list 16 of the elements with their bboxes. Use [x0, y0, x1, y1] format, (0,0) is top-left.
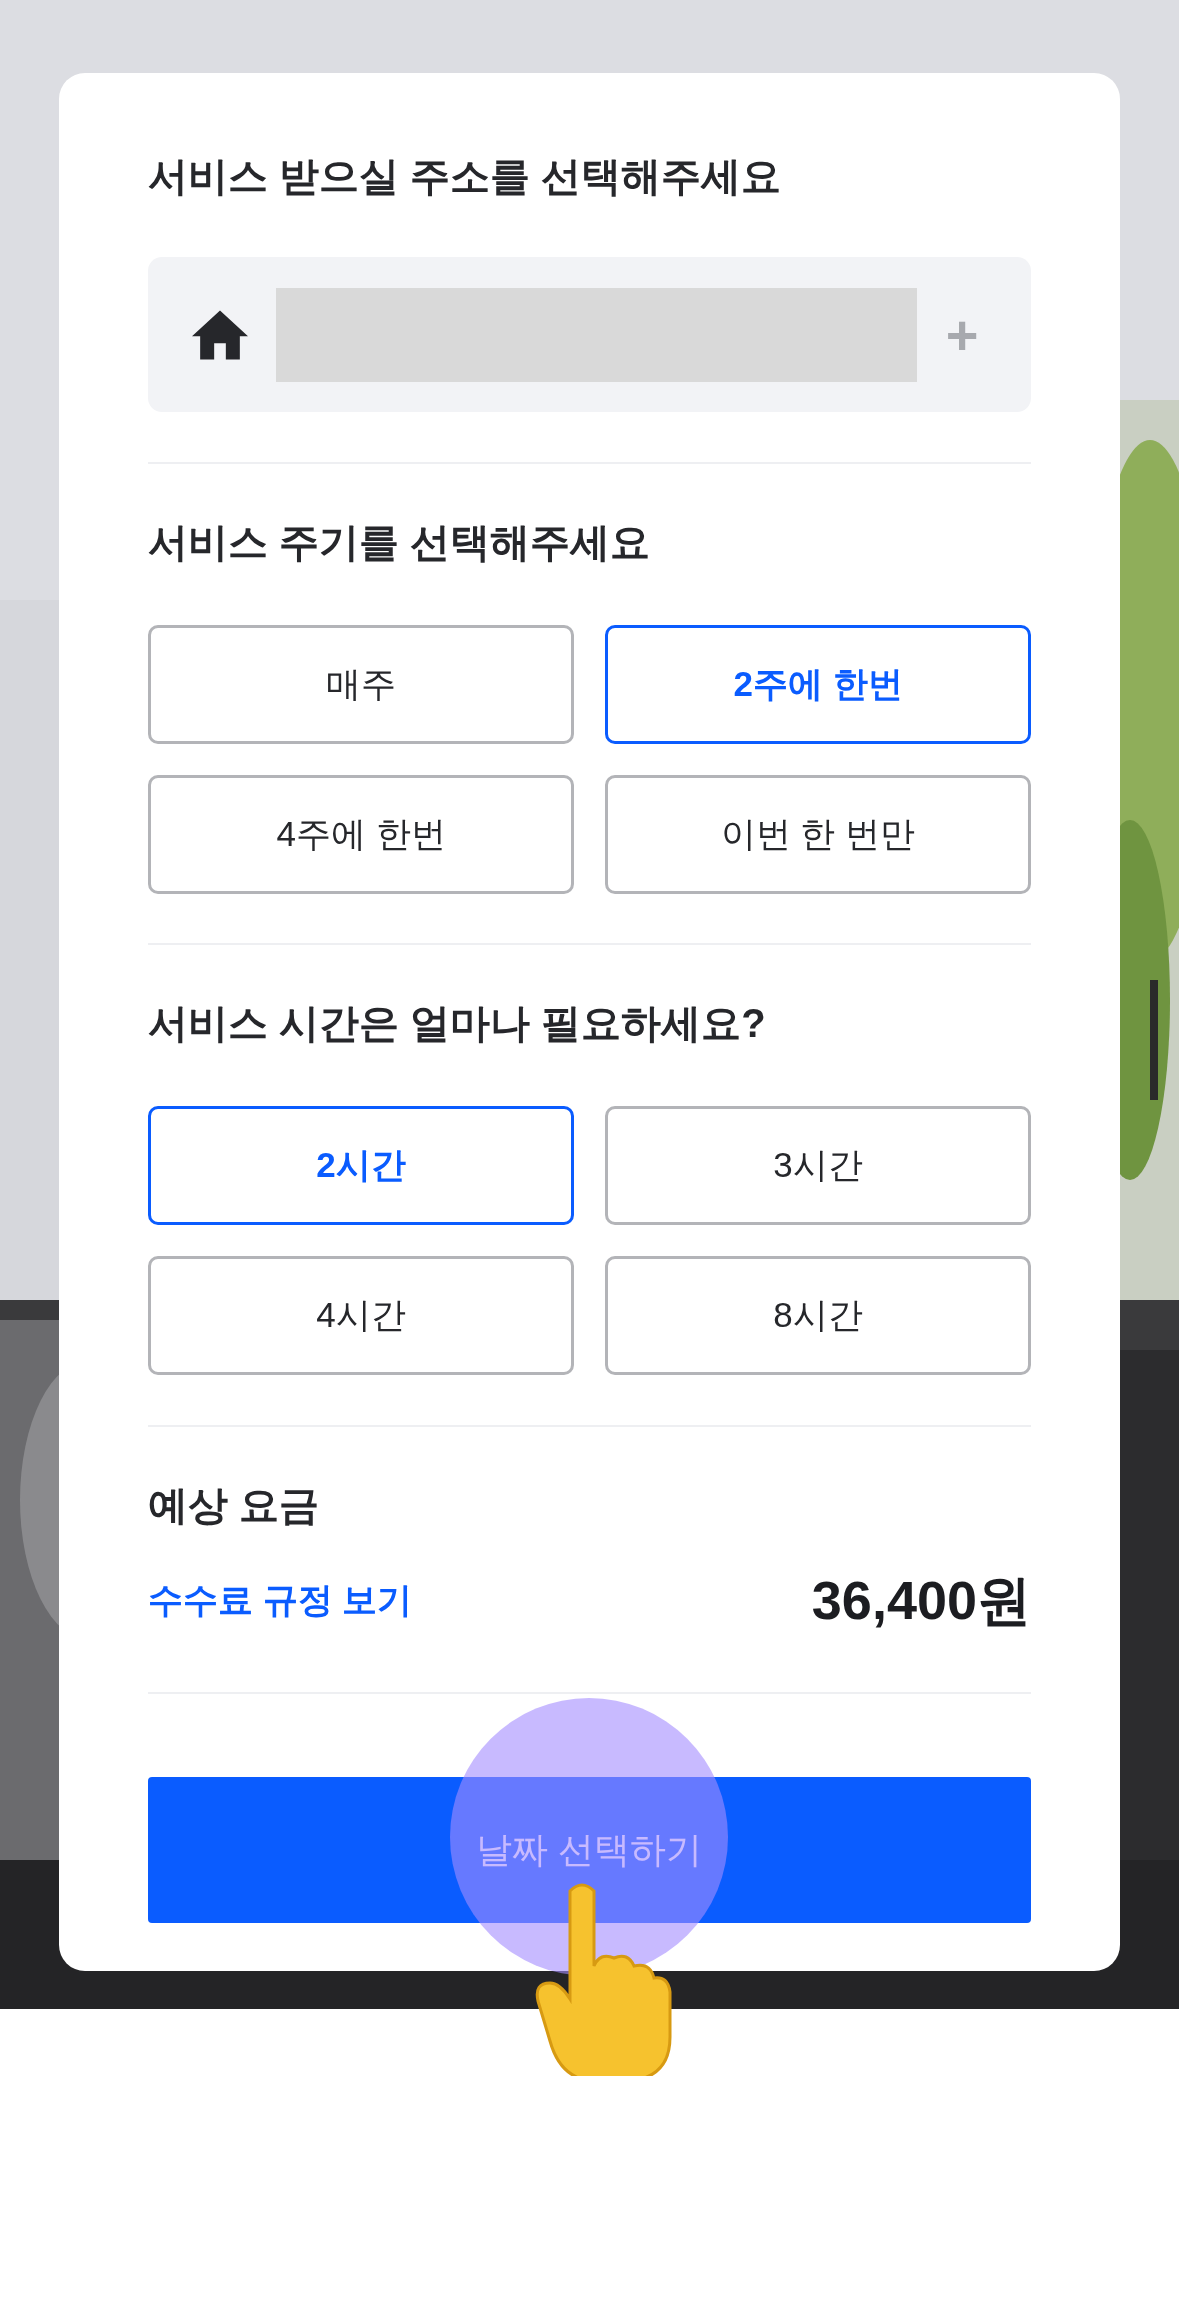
- section-title: 서비스 시간은 얼마나 필요하세요?: [148, 1000, 767, 1047]
- fee-policy-link[interactable]: 수수료 규정 보기: [148, 1573, 413, 1627]
- option-button[interactable]: 3시간: [605, 1106, 1031, 1225]
- home-icon: [192, 309, 248, 360]
- price-text: 36,400원: [811, 1568, 1031, 1632]
- option-button[interactable]: 2주에 한번: [605, 625, 1031, 744]
- section-title: 서비스 받으실 주소를 선택해주세요: [148, 153, 783, 200]
- option-button[interactable]: 4시간: [148, 1256, 574, 1375]
- option-button[interactable]: 2시간: [148, 1106, 574, 1225]
- section-title: 예상 요금: [148, 1482, 321, 1529]
- option-button[interactable]: 4주에 한번: [148, 775, 574, 894]
- option-button[interactable]: 매주: [148, 625, 574, 744]
- option-button[interactable]: 8시간: [605, 1256, 1031, 1375]
- pointing-hand-icon: [535, 1881, 675, 2076]
- option-button[interactable]: 이번 한 번만: [605, 775, 1031, 894]
- section-title: 서비스 주기를 선택해주세요: [148, 519, 652, 566]
